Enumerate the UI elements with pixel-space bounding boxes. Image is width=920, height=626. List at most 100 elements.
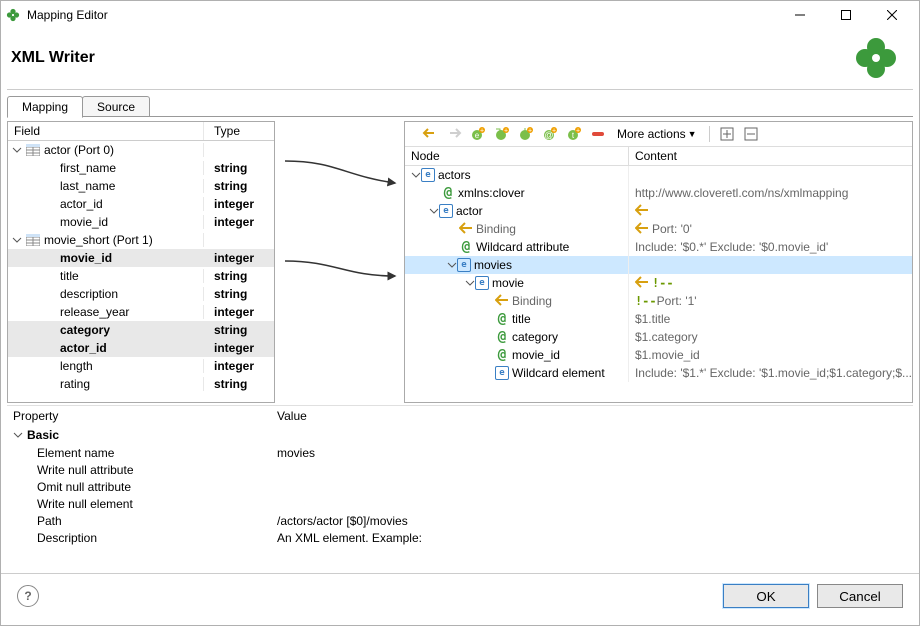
add-text-icon[interactable]: t+ (565, 125, 583, 143)
remove-icon[interactable] (589, 125, 607, 143)
field-row[interactable]: release_yearinteger (8, 303, 274, 321)
property-row[interactable]: Path/actors/actor [$0]/movies (7, 512, 913, 529)
property-value[interactable]: movies (271, 446, 913, 460)
tree-header-node[interactable]: Node (405, 147, 629, 165)
property-row[interactable]: Element namemovies (7, 444, 913, 461)
tree-row[interactable]: eactors (405, 166, 912, 184)
port-row[interactable]: movie_short (Port 1) (8, 231, 274, 249)
chevron-down-icon[interactable] (12, 145, 22, 155)
chevron-down-icon[interactable] (12, 235, 22, 245)
cancel-button[interactable]: Cancel (817, 584, 903, 608)
node-content[interactable]: http://www.cloveretl.com/ns/xmlmapping (629, 186, 912, 200)
property-name: Omit null attribute (7, 480, 271, 494)
add-attribute-icon[interactable]: @+ (541, 125, 559, 143)
tree-row[interactable]: @Wildcard attributeInclude: '$0.*' Exclu… (405, 238, 912, 256)
collapse-all-icon[interactable] (742, 125, 760, 143)
attribute-badge: @ (495, 312, 509, 326)
maximize-button[interactable] (823, 1, 869, 29)
property-row[interactable]: Omit null attribute (7, 478, 913, 495)
field-row[interactable]: descriptionstring (8, 285, 274, 303)
svg-text:+: + (480, 128, 484, 135)
tree-row[interactable]: BindingPort: '0' (405, 220, 912, 238)
tree-row[interactable]: emovies (405, 256, 912, 274)
node-label: Wildcard element (512, 366, 605, 380)
ok-button[interactable]: OK (723, 584, 809, 608)
node-label: xmlns:clover (458, 186, 525, 200)
svg-text:+: + (552, 128, 556, 135)
node-label: category (512, 330, 558, 344)
tree-row[interactable]: emovie!-- (405, 274, 912, 292)
node-content[interactable]: Include: '$1.*' Exclude: '$1.movie_id;$1… (629, 366, 912, 380)
attribute-badge: @ (441, 186, 455, 200)
tree-row[interactable]: @category$1.category (405, 328, 912, 346)
fields-header-field[interactable]: Field (8, 122, 204, 140)
help-button[interactable]: ? (17, 585, 39, 607)
field-row[interactable]: movie_idinteger (8, 249, 274, 267)
add-child-element-icon[interactable]: + (493, 125, 511, 143)
add-element-icon[interactable]: e+ (469, 125, 487, 143)
chevron-down-icon[interactable] (411, 170, 421, 180)
chevron-down-icon[interactable] (465, 278, 475, 288)
undo-icon[interactable] (421, 125, 439, 143)
property-group[interactable]: Basic (7, 426, 913, 444)
add-sibling-element-icon[interactable]: + (517, 125, 535, 143)
field-row[interactable]: last_namestring (8, 177, 274, 195)
redo-icon[interactable] (445, 125, 463, 143)
tree-row[interactable]: eWildcard elementInclude: '$1.*' Exclude… (405, 364, 912, 382)
node-label: actors (438, 168, 471, 182)
properties-header-property[interactable]: Property (7, 406, 271, 426)
properties-header-value[interactable]: Value (271, 406, 313, 426)
table-icon (26, 144, 40, 156)
property-row[interactable]: Write null element (7, 495, 913, 512)
node-content[interactable]: $1.title (629, 312, 912, 326)
field-row[interactable]: actor_idinteger (8, 195, 274, 213)
minimize-button[interactable] (777, 1, 823, 29)
port-row[interactable]: actor (Port 0) (8, 141, 274, 159)
node-content[interactable]: Include: '$0.*' Exclude: '$0.movie_id' (629, 240, 912, 254)
node-content[interactable]: $1.category (629, 330, 912, 344)
warning-icon: !-- (635, 294, 657, 308)
svg-text:+: + (528, 128, 532, 135)
property-row[interactable]: Write null attribute (7, 461, 913, 478)
tree-row[interactable]: eactor (405, 202, 912, 220)
field-row[interactable]: titlestring (8, 267, 274, 285)
property-value[interactable]: An XML element. Example: (271, 531, 913, 545)
node-content[interactable]: !-- (629, 276, 912, 291)
chevron-down-icon[interactable] (429, 206, 439, 216)
node-content[interactable]: !-- Port: '1' (629, 294, 912, 308)
tree-row[interactable]: @xmlns:clover http://www.cloveretl.com/ns… (405, 184, 912, 202)
tab-mapping[interactable]: Mapping (7, 96, 83, 118)
tab-source[interactable]: Source (82, 96, 150, 117)
warning-icon: !-- (652, 276, 674, 290)
tree-row[interactable]: Binding!-- Port: '1' (405, 292, 912, 310)
tree-row[interactable]: @title $1.title (405, 310, 912, 328)
field-row[interactable]: categorystring (8, 321, 274, 339)
expand-all-icon[interactable] (718, 125, 736, 143)
svg-text:+: + (504, 128, 508, 135)
property-name: Path (7, 514, 271, 528)
chevron-down-icon[interactable] (13, 430, 23, 440)
node-label: title (512, 312, 531, 326)
property-value[interactable]: /actors/actor [$0]/movies (271, 514, 913, 528)
chevron-down-icon[interactable] (447, 260, 457, 270)
fields-panel: Field Type actor (Port 0)first_namestrin… (7, 121, 275, 403)
fields-header-type[interactable]: Type (204, 122, 246, 140)
node-content[interactable]: $1.movie_id (629, 348, 912, 362)
element-badge: e (457, 258, 471, 272)
field-row[interactable]: lengthinteger (8, 357, 274, 375)
tree-header-content[interactable]: Content (629, 147, 912, 165)
close-button[interactable] (869, 1, 915, 29)
node-content[interactable]: Port: '0' (629, 222, 912, 237)
binding-icon (635, 204, 649, 219)
tree-row[interactable]: @movie_id$1.movie_id (405, 346, 912, 364)
more-actions-button[interactable]: More actions ▼ (613, 125, 701, 143)
property-row[interactable]: DescriptionAn XML element. Example: (7, 529, 913, 546)
field-row[interactable]: actor_idinteger (8, 339, 274, 357)
header-divider (7, 89, 913, 90)
node-content[interactable] (629, 204, 912, 219)
field-row[interactable]: movie_idinteger (8, 213, 274, 231)
field-row[interactable]: ratingstring (8, 375, 274, 393)
node-label: actor (456, 204, 483, 218)
table-icon (26, 234, 40, 246)
field-row[interactable]: first_namestring (8, 159, 274, 177)
